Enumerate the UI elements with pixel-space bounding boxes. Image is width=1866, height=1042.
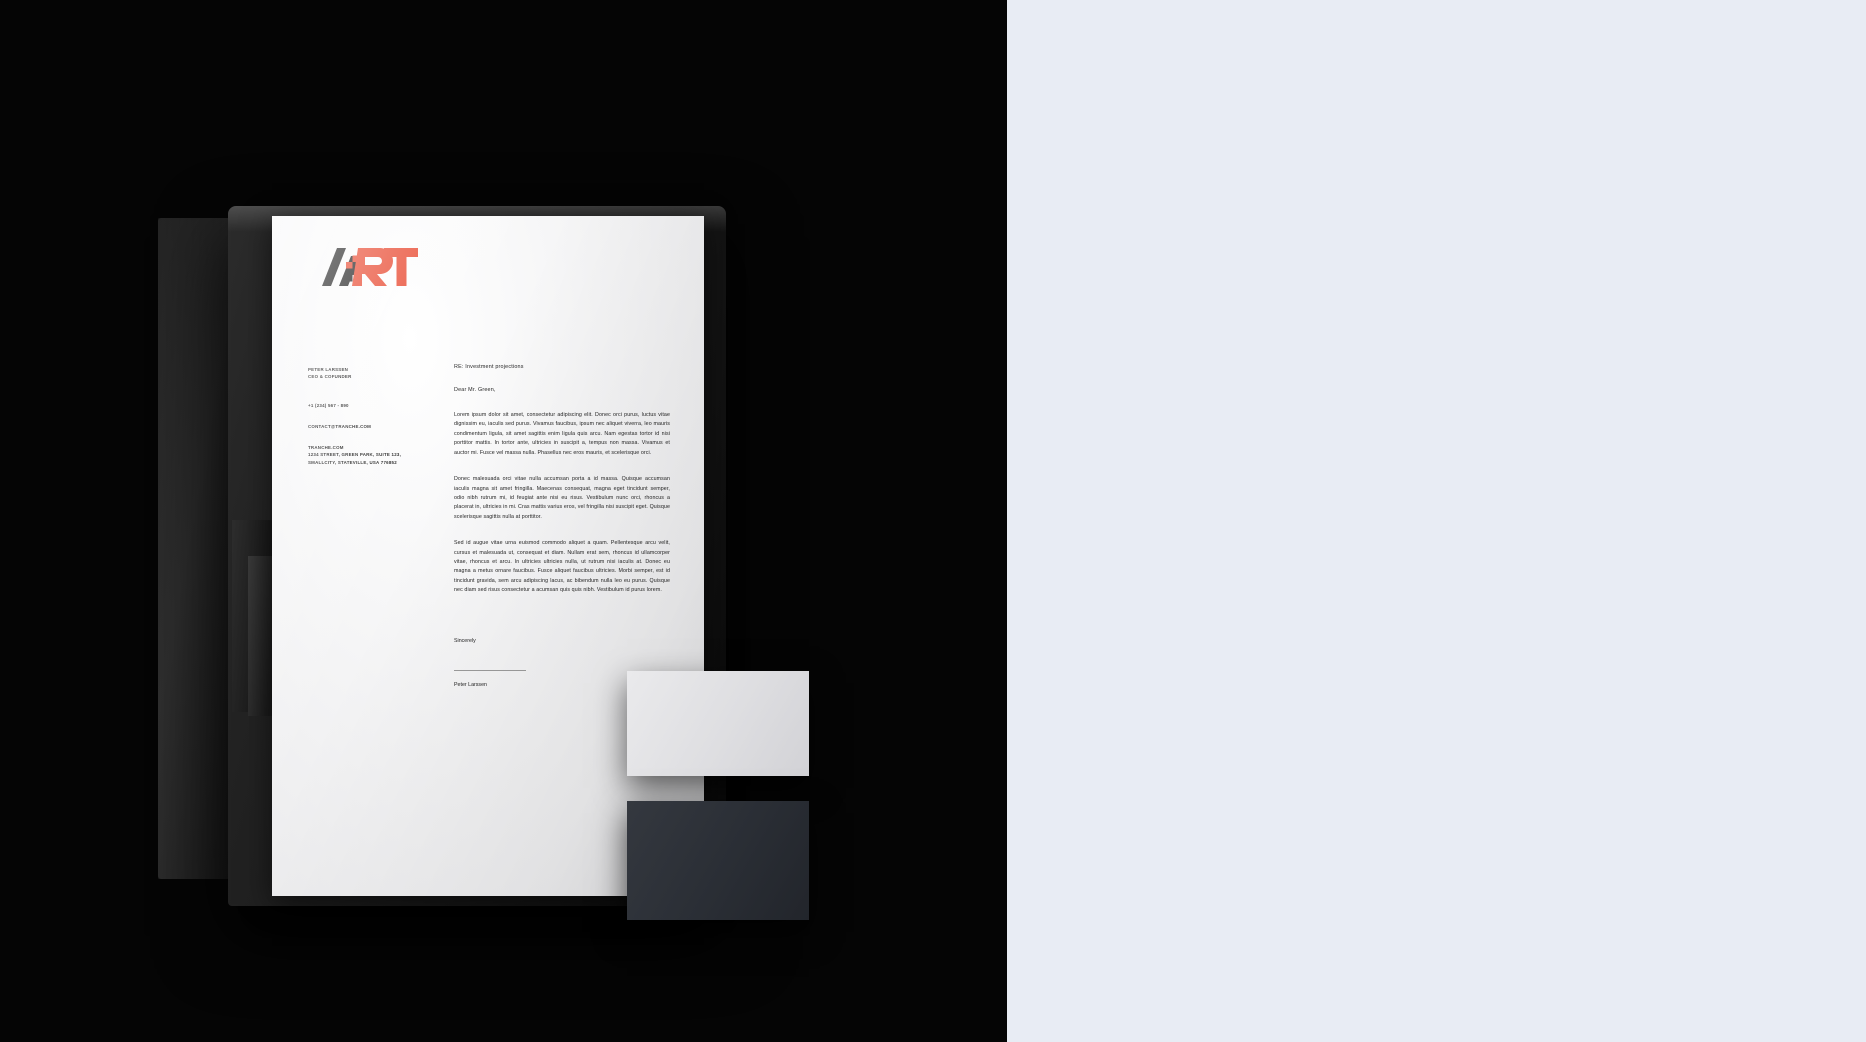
sender-name: PETER LARSSEN	[308, 367, 349, 372]
sender-address-2: SMALLCITY, STATEVILLE, USA 776852	[308, 459, 397, 465]
business-card-light	[627, 671, 809, 776]
sender-phone: +1 (234) 567 - 890	[308, 402, 349, 408]
letter-subject: RE: Investment projections	[454, 364, 524, 370]
sender-title: CEO & COFUNDER	[308, 374, 352, 380]
sender-address-1: 1234 STREET, GREEN PARK, SUITE 123,	[308, 452, 402, 458]
sender-website: TRANCHE.COM	[308, 445, 344, 451]
stationery-mockup-panel: PETER LARSSEN CEO & COFUNDER +1 (234) 56…	[0, 0, 1007, 1042]
letterhead-paper: PETER LARSSEN CEO & COFUNDER +1 (234) 56…	[272, 216, 704, 896]
app-showcase-panel: 9:41	[1007, 0, 1866, 1042]
letter-signoff: Sincerely	[454, 637, 476, 644]
art-logo-icon	[308, 244, 420, 290]
letter-paragraph: Sed id augue vitae urna euismod commodo …	[454, 540, 670, 594]
sender-email: CONTACT@TRANCHE.COM	[308, 423, 372, 429]
letter-salutation: Dear Mr. Green,	[454, 387, 496, 393]
sender-details: PETER LARSSEN CEO & COFUNDER +1 (234) 56…	[308, 366, 428, 466]
signature-rule	[454, 669, 526, 671]
letter-paragraph: Lorem ipsum dolor sit amet, consectetur …	[454, 412, 670, 456]
letter-paragraph: Donec malesuada orci vitae nulla accumsa…	[454, 476, 670, 520]
business-card-dark	[627, 801, 809, 920]
letter-body: RE: Investment projections Dear Mr. Gree…	[454, 364, 670, 688]
